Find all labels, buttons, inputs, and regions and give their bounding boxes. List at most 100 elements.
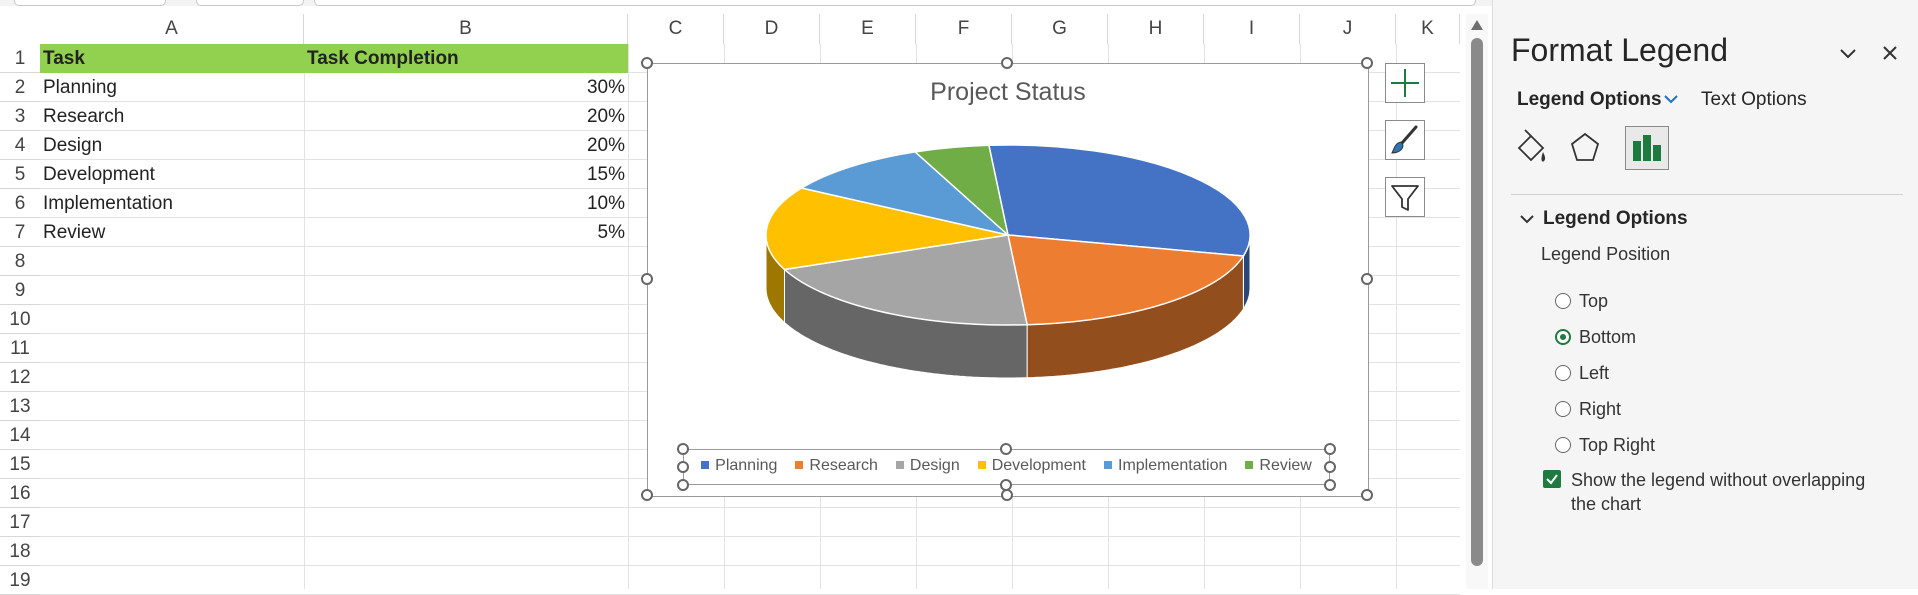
chart-styles-button[interactable] bbox=[1385, 120, 1425, 160]
row-header-15[interactable]: 15 bbox=[0, 450, 40, 479]
fill-line-button[interactable] bbox=[1509, 126, 1553, 170]
select-all-corner[interactable] bbox=[0, 14, 40, 44]
column-header-f[interactable]: F bbox=[916, 14, 1012, 44]
row-header-5[interactable]: 5 bbox=[0, 160, 40, 189]
row-header-11[interactable]: 11 bbox=[0, 334, 40, 363]
legend-entry[interactable]: Research bbox=[795, 457, 878, 475]
legend-entry[interactable]: Development bbox=[977, 457, 1086, 475]
radio-button[interactable] bbox=[1555, 437, 1571, 453]
row-header-8[interactable]: 8 bbox=[0, 247, 40, 276]
radio-button[interactable] bbox=[1555, 293, 1571, 309]
filter-icon bbox=[1391, 185, 1419, 211]
scroll-up-arrow[interactable] bbox=[1471, 20, 1483, 30]
cell-a6[interactable]: Implementation bbox=[40, 189, 304, 218]
legend-entry[interactable]: Review bbox=[1245, 457, 1312, 475]
cell-b1[interactable]: Task Completion bbox=[304, 44, 628, 73]
row-header-18[interactable]: 18 bbox=[0, 537, 40, 566]
legend-resize-handle[interactable] bbox=[677, 479, 689, 491]
legend-options-section[interactable]: Legend Options bbox=[1543, 208, 1688, 230]
radio-button[interactable] bbox=[1555, 365, 1571, 381]
radio-label[interactable]: Top bbox=[1579, 291, 1608, 312]
legend-resize-handle[interactable] bbox=[1000, 479, 1012, 491]
cell-a4[interactable]: Design bbox=[40, 131, 304, 160]
formula-bar[interactable] bbox=[314, 0, 1476, 6]
close-icon[interactable] bbox=[1881, 44, 1899, 62]
row-header-1[interactable]: 1 bbox=[0, 44, 40, 73]
row-header-4[interactable]: 4 bbox=[0, 131, 40, 160]
chart-resize-handle[interactable] bbox=[641, 489, 653, 501]
column-header-i[interactable]: I bbox=[1204, 14, 1300, 44]
pie-chart[interactable]: Project Status Planning Research Design Dev… bbox=[641, 57, 1373, 501]
chart-filters-button[interactable] bbox=[1385, 177, 1425, 217]
column-header-a[interactable]: A bbox=[40, 14, 304, 44]
cell-a7[interactable]: Review bbox=[40, 218, 304, 247]
chevron-down-icon[interactable] bbox=[1520, 213, 1534, 225]
chart-resize-handle[interactable] bbox=[1001, 57, 1013, 69]
column-header-e[interactable]: E bbox=[820, 14, 916, 44]
legend-resize-handle[interactable] bbox=[1324, 479, 1336, 491]
cell-b3[interactable]: 20% bbox=[304, 102, 628, 131]
row-header-2[interactable]: 2 bbox=[0, 73, 40, 102]
column-header-c[interactable]: C bbox=[628, 14, 724, 44]
row-header-6[interactable]: 6 bbox=[0, 189, 40, 218]
cell-a3[interactable]: Research bbox=[40, 102, 304, 131]
radio-button[interactable] bbox=[1555, 401, 1571, 417]
row-header-19[interactable]: 19 bbox=[0, 566, 40, 595]
row-header-17[interactable]: 17 bbox=[0, 508, 40, 537]
radio-label[interactable]: Bottom bbox=[1579, 327, 1636, 348]
cell-b6[interactable]: 10% bbox=[304, 189, 628, 218]
cell-b2[interactable]: 30% bbox=[304, 73, 628, 102]
row-header-10[interactable]: 10 bbox=[0, 305, 40, 334]
column-header-g[interactable]: G bbox=[1012, 14, 1108, 44]
legend-resize-handle[interactable] bbox=[1324, 461, 1336, 473]
legend-resize-handle[interactable] bbox=[677, 443, 689, 455]
formula-controls[interactable] bbox=[196, 0, 304, 6]
column-header-h[interactable]: H bbox=[1108, 14, 1204, 44]
chevron-down-icon[interactable] bbox=[1663, 93, 1679, 105]
cell-a1[interactable]: Task bbox=[40, 44, 304, 73]
legend-resize-handle[interactable] bbox=[677, 461, 689, 473]
scrollbar-thumb[interactable] bbox=[1471, 38, 1483, 566]
overlap-checkbox-label[interactable]: Show the legend without overlapping the … bbox=[1571, 468, 1891, 516]
chevron-down-icon[interactable] bbox=[1839, 44, 1857, 62]
row-header-12[interactable]: 12 bbox=[0, 363, 40, 392]
overlap-checkbox[interactable] bbox=[1543, 470, 1561, 488]
tab-text-options[interactable]: Text Options bbox=[1701, 89, 1807, 111]
chart-resize-handle[interactable] bbox=[641, 57, 653, 69]
row-header-14[interactable]: 14 bbox=[0, 421, 40, 450]
chart-resize-handle[interactable] bbox=[1361, 57, 1373, 69]
cell-a2[interactable]: Planning bbox=[40, 73, 304, 102]
legend-resize-handle[interactable] bbox=[1324, 443, 1336, 455]
radio-label[interactable]: Top Right bbox=[1579, 435, 1655, 456]
chart-resize-handle[interactable] bbox=[1361, 273, 1373, 285]
column-header-j[interactable]: J bbox=[1300, 14, 1396, 44]
effects-button[interactable] bbox=[1563, 126, 1607, 170]
legend-entry[interactable]: Design bbox=[895, 457, 960, 475]
column-header-k[interactable]: K bbox=[1396, 14, 1460, 44]
cell-b7[interactable]: 5% bbox=[304, 218, 628, 247]
cell-b4[interactable]: 20% bbox=[304, 131, 628, 160]
legend-resize-handle[interactable] bbox=[1000, 443, 1012, 455]
row-header-9[interactable]: 9 bbox=[0, 276, 40, 305]
column-header-d[interactable]: D bbox=[724, 14, 820, 44]
legend-options-button[interactable] bbox=[1625, 126, 1669, 170]
row-header-16[interactable]: 16 bbox=[0, 479, 40, 508]
pie-plot-area[interactable] bbox=[648, 64, 1368, 496]
row-header-13[interactable]: 13 bbox=[0, 392, 40, 421]
radio-label[interactable]: Left bbox=[1579, 363, 1609, 384]
row-header-7[interactable]: 7 bbox=[0, 218, 40, 247]
tab-legend-options[interactable]: Legend Options bbox=[1517, 89, 1662, 111]
radio-label[interactable]: Right bbox=[1579, 399, 1621, 420]
cell-a5[interactable]: Development bbox=[40, 160, 304, 189]
legend-entry[interactable]: Planning bbox=[701, 457, 777, 475]
vertical-scrollbar[interactable] bbox=[1466, 14, 1488, 589]
cell-b5[interactable]: 15% bbox=[304, 160, 628, 189]
chart-resize-handle[interactable] bbox=[641, 273, 653, 285]
chart-resize-handle[interactable] bbox=[1361, 489, 1373, 501]
radio-button[interactable] bbox=[1555, 329, 1571, 345]
name-box[interactable] bbox=[14, 0, 166, 6]
legend-entry[interactable]: Implementation bbox=[1104, 457, 1227, 475]
chart-elements-button[interactable] bbox=[1385, 63, 1425, 103]
column-header-b[interactable]: B bbox=[304, 14, 628, 44]
row-header-3[interactable]: 3 bbox=[0, 102, 40, 131]
